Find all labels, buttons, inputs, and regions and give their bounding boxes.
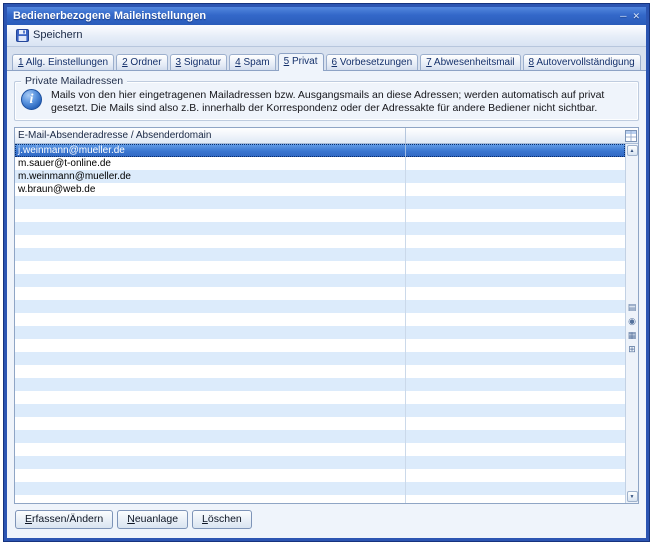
table-row[interactable]: m.sauer@t-online.de [15, 157, 625, 170]
titlebar: Bedienerbezogene Maileinstellungen ─ ✕ [7, 7, 646, 25]
groupbox-title: Private Mailadressen [21, 75, 127, 87]
scroll-down-icon[interactable]: ▼ [627, 491, 638, 502]
window-split-icon[interactable]: ⊞ [627, 344, 638, 355]
grid-export-icon[interactable]: ▦ [627, 330, 638, 341]
minimize-icon[interactable]: ─ [620, 12, 626, 21]
save-disk-icon [16, 29, 29, 42]
private-mailadressen-groupbox: Private Mailadressen i Mails von den hie… [14, 81, 639, 121]
table-row[interactable] [15, 495, 625, 503]
table-row[interactable] [15, 391, 625, 404]
tab-page-privat: Private Mailadressen i Mails von den hie… [7, 71, 646, 538]
neuanlage-button[interactable]: Neuanlage [117, 510, 188, 529]
mail-address-table: E-Mail-Absenderadresse / Absenderdomain … [14, 127, 639, 504]
table-side-rail: ▲ ▤ ◉ ▦ ⊞ ▼ [625, 144, 638, 503]
rail-icon-cluster: ▤ ◉ ▦ ⊞ [627, 302, 638, 355]
info-icon: i [21, 89, 42, 110]
screen: Bedienerbezogene Maileinstellungen ─ ✕ S… [0, 0, 656, 548]
table-body: j.weinmann@mueller.dem.sauer@t-online.de… [15, 144, 625, 503]
table-row[interactable] [15, 222, 625, 235]
tab-spam[interactable]: 4 Spam [229, 54, 275, 70]
tab-signatur[interactable]: 3 Signatur [170, 54, 228, 70]
table-row[interactable] [15, 365, 625, 378]
tab-ordner[interactable]: 2 Ordner [116, 54, 167, 70]
table-row[interactable] [15, 300, 625, 313]
dialog-window: Bedienerbezogene Maileinstellungen ─ ✕ S… [4, 4, 649, 541]
tab-autovervollstaendigung[interactable]: 8 Autovervollständigung [523, 54, 641, 70]
action-button-row: Erfassen/Ändern Neuanlage Löschen [7, 504, 646, 538]
tab-strip: 1 Allg. Einstellungen2 Ordner3 Signatur4… [7, 47, 646, 71]
table-row[interactable] [15, 274, 625, 287]
scroll-up-icon[interactable]: ▲ [627, 145, 638, 156]
list-columns-icon[interactable]: ▤ [627, 302, 638, 313]
table-row[interactable] [15, 482, 625, 495]
column-chooser-icon[interactable] [624, 130, 638, 142]
table-row[interactable] [15, 248, 625, 261]
table-row[interactable] [15, 430, 625, 443]
tab-abwesenheitsmail[interactable]: 7 Abwesenheitsmail [420, 54, 520, 70]
table-row[interactable] [15, 209, 625, 222]
table-row[interactable]: m.weinmann@mueller.de [15, 170, 625, 183]
table-row[interactable] [15, 443, 625, 456]
table-row[interactable] [15, 456, 625, 469]
table-row[interactable] [15, 417, 625, 430]
table-header-row: E-Mail-Absenderadresse / Absenderdomain [15, 128, 638, 144]
table-row[interactable] [15, 313, 625, 326]
search-icon[interactable]: ◉ [627, 316, 638, 327]
loeschen-button[interactable]: Löschen [192, 510, 252, 529]
table-row[interactable] [15, 469, 625, 482]
table-row[interactable] [15, 235, 625, 248]
tab-privat[interactable]: 5 Privat [278, 53, 324, 71]
table-row[interactable] [15, 287, 625, 300]
table-row[interactable]: w.braun@web.de [15, 183, 625, 196]
table-row[interactable] [15, 378, 625, 391]
info-text-line2: gesetzt. Die Mails sind also z.B. innerh… [51, 102, 604, 115]
window-title: Bedienerbezogene Maileinstellungen [13, 10, 206, 22]
table-row[interactable] [15, 261, 625, 274]
table-row[interactable] [15, 326, 625, 339]
save-button[interactable]: Speichern [11, 27, 91, 45]
column-header-absenderadresse[interactable]: E-Mail-Absenderadresse / Absenderdomain [15, 128, 406, 143]
tab-vorbesetzungen[interactable]: 6 Vorbesetzungen [326, 54, 419, 70]
table-row[interactable]: j.weinmann@mueller.de [15, 144, 625, 157]
info-text-line1: Mails von den hier eingetragenen Mailadr… [51, 89, 604, 102]
erfassen-aendern-button[interactable]: Erfassen/Ändern [15, 510, 113, 529]
info-text: Mails von den hier eingetragenen Mailadr… [51, 89, 604, 115]
tab-allg-einstellungen[interactable]: 1 Allg. Einstellungen [12, 54, 114, 70]
window-controls: ─ ✕ [620, 12, 640, 21]
table-row[interactable] [15, 404, 625, 417]
table-row[interactable] [15, 196, 625, 209]
toolbar: Speichern [7, 25, 646, 47]
column-header-empty[interactable] [406, 128, 624, 143]
table-row[interactable] [15, 352, 625, 365]
save-button-label: Speichern [33, 29, 83, 41]
close-icon[interactable]: ✕ [632, 12, 640, 21]
table-row[interactable] [15, 339, 625, 352]
